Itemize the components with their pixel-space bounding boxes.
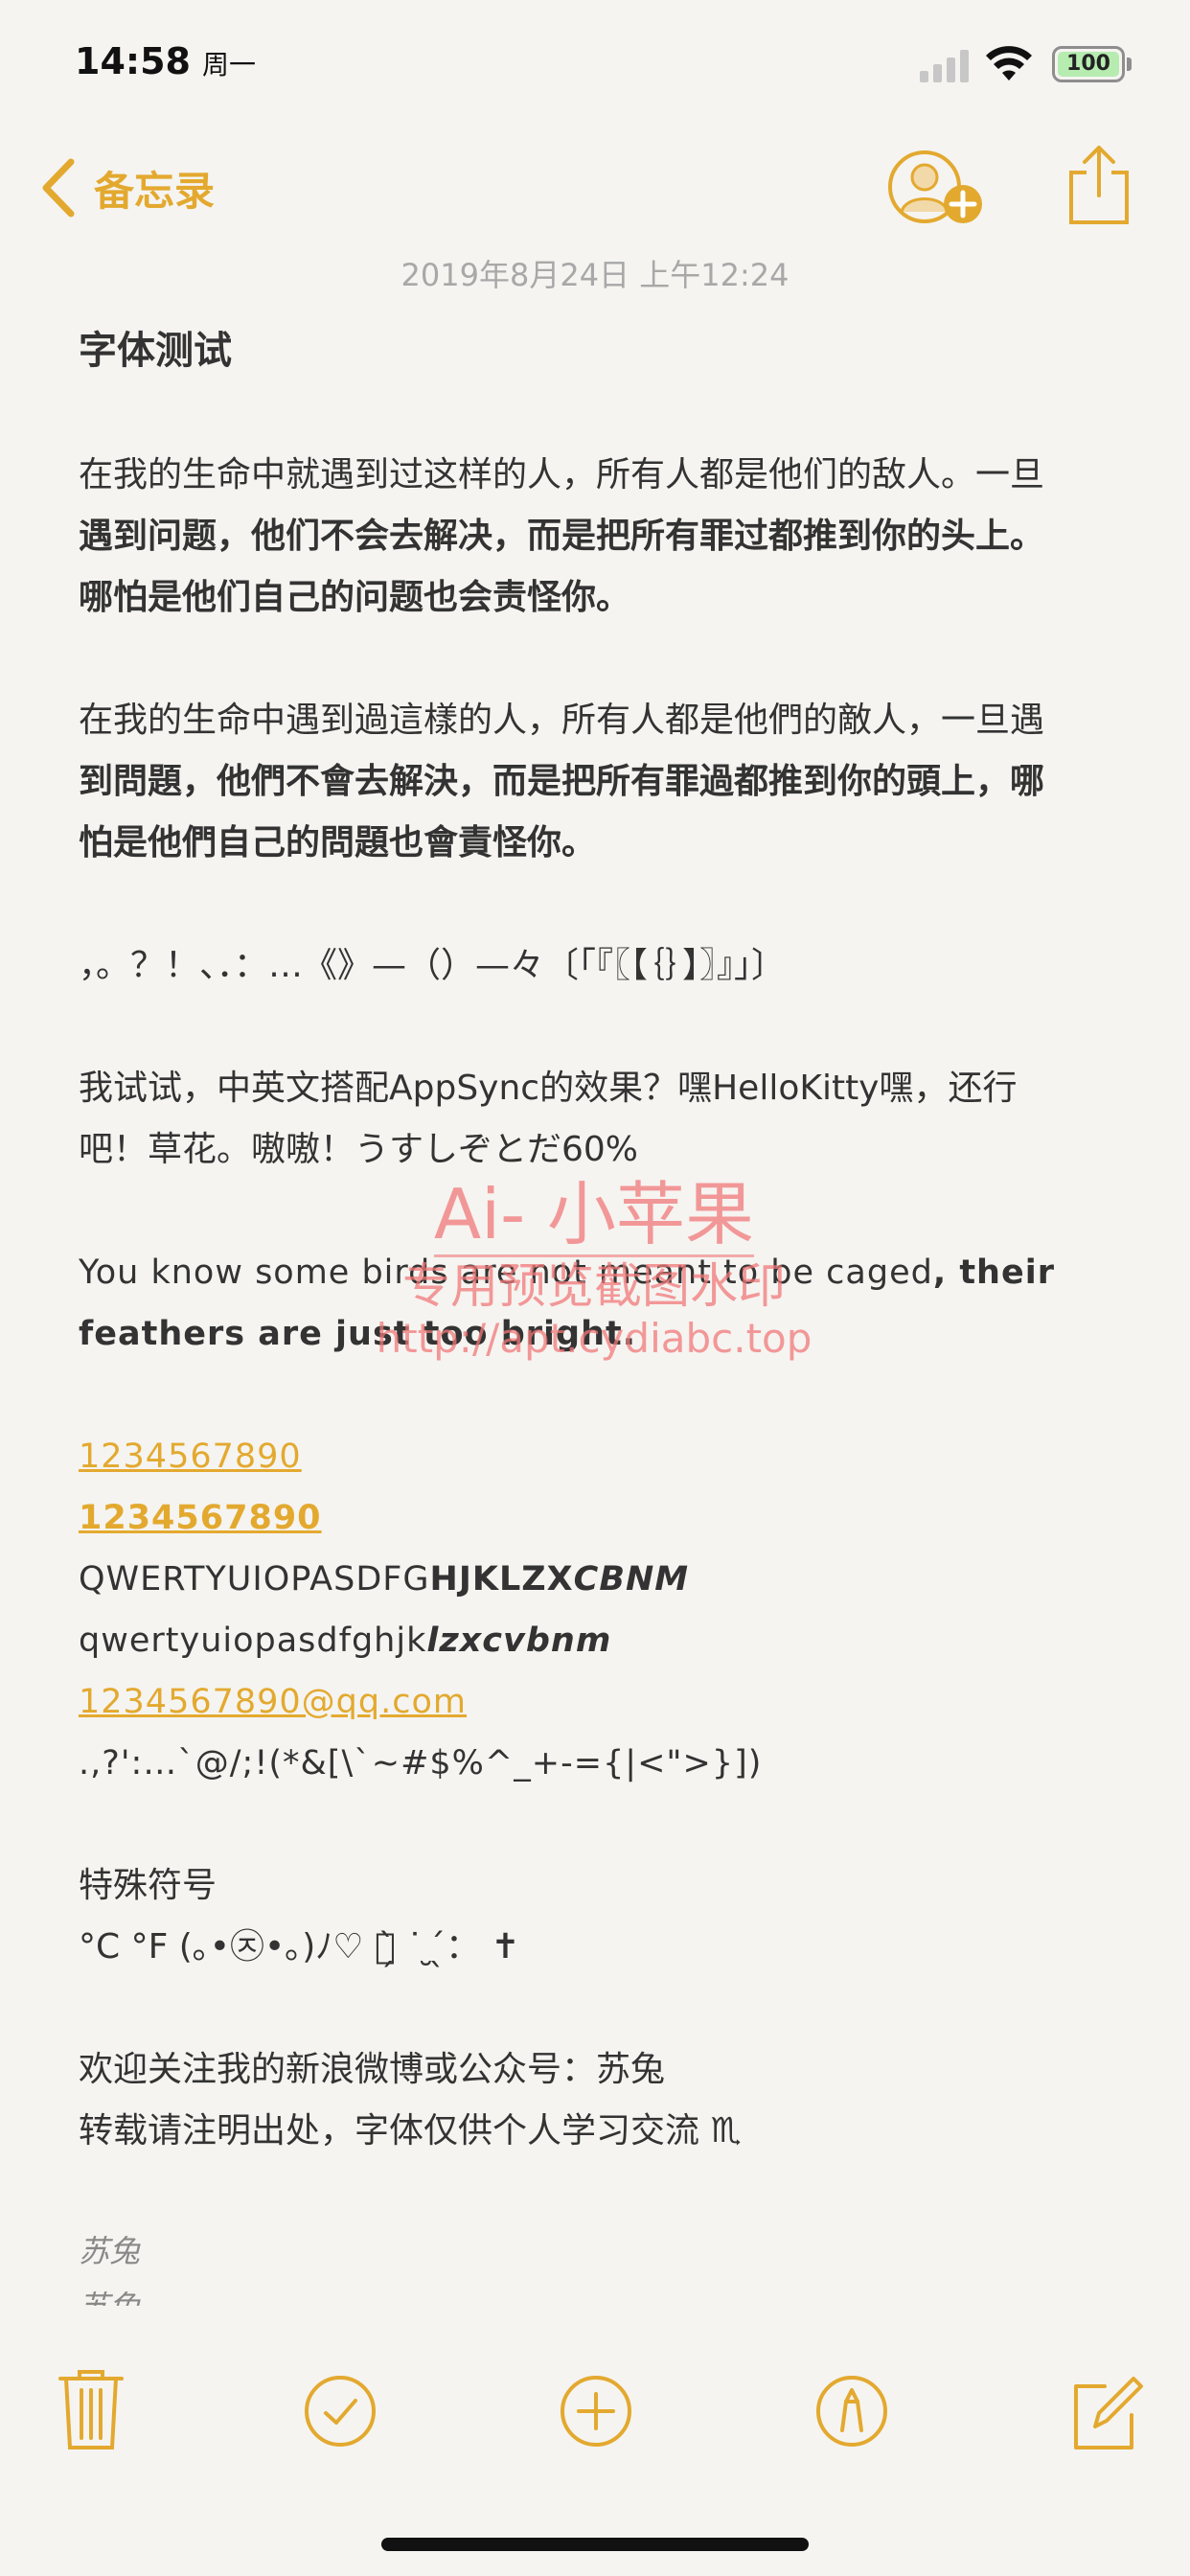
punctuation-line: ，。？！、．：…《》—（）—々〔「『〖【｛｝】〗』」〕 [79,946,787,985]
bottom-toolbar [0,2367,1190,2463]
mixed-line2: 吧！草花。嗷嗷！うすしぞとだ60% [79,1130,639,1169]
signature-line2: 苏兔 [79,2279,1113,2306]
uppercase-normal: QWERTYUIOPASDFG [79,1560,430,1598]
footer-line2: 转载请注明出处，字体仅供个人学习交流 ♏︎ [79,2111,742,2150]
uppercase-italic: CBNM [573,1560,690,1598]
footer-line1: 欢迎关注我的新浪微博或公众号：苏兔 [79,2050,666,2089]
battery-tip [1127,58,1132,71]
status-day: 周一 [201,49,256,80]
english-line1: You know some birds are not meant to be … [79,1242,1113,1303]
add-person-icon [888,150,982,223]
markup-button[interactable] [813,2367,890,2453]
battery-level: 100 [1066,52,1110,76]
back-label: 备忘录 [94,167,216,215]
checkmark-circle-icon [305,2376,376,2447]
note-title: 字体测试 [79,329,232,373]
special-chars: °C °F (｡•㉨•｡)ﾉ♡ ：̗̀ ˙ ̮ ̖́： ✝︎ [79,1927,520,1966]
pen-circle-icon [816,2376,887,2447]
english-line2: feathers are just too bright. [79,1315,637,1353]
mixed-line1: 我试试，中英文搭配AppSync的效果？嘿HelloKitty嘿，还行 [79,1069,1018,1108]
number-link-bold[interactable]: 1234567890 [79,1499,322,1537]
back-button[interactable]: 备忘录 [38,153,215,222]
share-button[interactable] [1065,144,1133,226]
delete-button[interactable] [53,2367,129,2453]
english-line1-normal: You know some birds are not meant to be … [79,1254,933,1292]
para1-line1: 在我的生命中就遇到过这样的人，所有人都是他们的敌人。一旦 [79,455,1045,494]
symbols-line: .,?':…`@/;!(*&[\`~#$%^_+-={|<">}]) [79,1744,763,1782]
add-person-button[interactable] [886,149,992,229]
lowercase-normal: qwertyuiopasdfghjk [79,1622,427,1660]
para2-line1: 在我的生命中遇到過這樣的人，所有人都是他們的敵人，一旦遇 [79,701,1045,740]
status-time: 14:58 周一 [75,40,256,82]
number-link-line: 1234567890 [79,1426,1113,1487]
number-link-bold-line: 1234567890 [79,1487,1113,1549]
home-indicator[interactable] [381,2538,809,2551]
chevron-left-icon [42,158,75,218]
cellular-signal-icon [920,50,969,82]
para1-line2: 遇到问题，他们不会去解决，而是把所有罪过都推到你的头上。 [79,517,1045,556]
para2-line3: 怕是他們自己的問題也會責怪你。 [79,823,597,862]
para2-line2: 到問題，他們不會去解決，而是把所有罪過都推到你的頭上，哪 [79,762,1045,801]
status-time-value: 14:58 [75,40,191,82]
compose-icon [1074,2377,1143,2450]
compose-button[interactable] [1068,2367,1145,2453]
wifi-icon [986,46,1032,80]
checklist-button[interactable] [302,2367,378,2453]
para1-line3: 哪怕是他们自己的问题也会责怪你。 [79,578,631,617]
email-link[interactable]: 1234567890@qq.com [79,1683,467,1721]
lowercase-line: qwertyuiopasdfghjklzxcvbnm [79,1610,1113,1671]
lowercase-italic: lzxcvbnm [426,1622,612,1660]
note-body[interactable]: 字体测试 在我的生命中就遇到过这样的人，所有人都是他们的敌人。一旦 遇到问题，他… [79,318,1113,2306]
plus-circle-icon [561,2376,631,2447]
note-date: 2019年8月24日 上午12:24 [400,257,790,293]
trash-icon [58,2370,124,2450]
add-button[interactable] [558,2367,634,2453]
special-title: 特殊符号 [79,1866,217,1905]
uppercase-line: QWERTYUIOPASDFGHJKLZXCBNM [79,1549,1113,1610]
battery-icon: 100 [1052,46,1125,82]
status-bar: 14:58 周一 100 [0,0,1190,125]
uppercase-bold: HJKLZX [429,1560,574,1598]
share-icon [1069,146,1129,224]
english-line1-bold: , their [932,1254,1055,1292]
number-link[interactable]: 1234567890 [79,1438,302,1476]
email-line: 1234567890@qq.com [79,1671,1113,1733]
signature-line1: 苏兔 [79,2233,141,2269]
